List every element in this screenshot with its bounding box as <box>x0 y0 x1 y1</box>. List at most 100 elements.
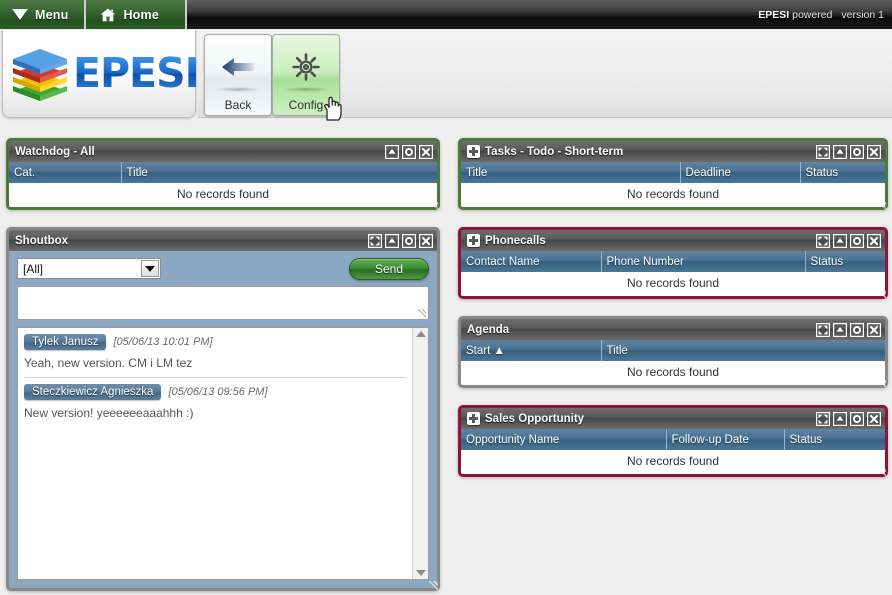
panel-tasks-controls <box>816 144 881 159</box>
column-header[interactable]: Title <box>461 162 681 183</box>
column-header[interactable]: Deadline <box>680 162 801 183</box>
add-task-plus-icon[interactable] <box>467 145 480 158</box>
column-header[interactable]: Title <box>601 340 885 361</box>
tab-menu[interactable]: Menu <box>0 0 87 29</box>
column-header[interactable]: Status <box>784 429 885 450</box>
close-icon[interactable] <box>867 233 881 248</box>
maximize-icon[interactable] <box>816 322 830 337</box>
panel-agenda-controls <box>816 322 881 337</box>
maximize-icon[interactable] <box>816 144 830 159</box>
message-header: Steczkiewicz Agnieszka [05/06/13 09:56 P… <box>24 384 406 400</box>
shoutbox-message-input[interactable] <box>17 286 429 320</box>
column-header[interactable]: Status <box>805 251 885 272</box>
column-header[interactable]: Title <box>121 162 437 183</box>
list-item: Steczkiewicz Agnieszka [05/06/13 09:56 P… <box>24 378 406 427</box>
add-opportunity-plus-icon[interactable] <box>467 412 480 425</box>
message-text: New version! yeeeeeeaaahhh :) <box>24 406 194 420</box>
column-header[interactable]: Start ▲ <box>461 340 602 361</box>
panel-shoutbox-titlebar[interactable]: Shoutbox <box>9 230 437 251</box>
message-author[interactable]: Steczkiewicz Agnieszka <box>24 384 162 400</box>
close-icon[interactable] <box>867 144 881 159</box>
column-header[interactable]: Follow-up Date <box>666 429 785 450</box>
column-header[interactable]: Status <box>800 162 885 183</box>
maximize-icon[interactable] <box>368 233 382 248</box>
panel-phonecalls-title: Phonecalls <box>485 234 546 247</box>
triangle-down-icon <box>12 9 28 20</box>
tab-home-label: Home <box>123 7 159 22</box>
watchdog-empty-message: No records found <box>9 183 437 207</box>
config-button[interactable]: Config <box>272 34 340 116</box>
agenda-empty-message: No records found <box>461 361 885 385</box>
add-phonecall-plus-icon[interactable] <box>467 234 480 247</box>
tab-home[interactable]: Home <box>86 0 187 29</box>
settings-icon[interactable] <box>850 411 864 426</box>
maximize-icon[interactable] <box>816 233 830 248</box>
phonecalls-table: Contact Name Phone Number Status <box>461 251 885 272</box>
settings-icon[interactable] <box>402 144 416 159</box>
panel-agenda-titlebar[interactable]: Agenda <box>461 319 885 340</box>
close-icon[interactable] <box>867 322 881 337</box>
panel-agenda-title: Agenda <box>467 323 510 336</box>
column-header[interactable]: Opportunity Name <box>461 429 667 450</box>
panel-shoutbox-controls <box>368 233 433 248</box>
brand-powered: powered <box>792 8 833 21</box>
epesi-stack-logo-icon <box>9 43 71 105</box>
panel-watchdog-titlebar[interactable]: Watchdog - All <box>9 141 437 162</box>
toolbar: Back Config <box>198 30 892 118</box>
phonecalls-empty-message: No records found <box>461 272 885 296</box>
agenda-table: Start ▲ Title <box>461 340 885 361</box>
maximize-icon[interactable] <box>816 411 830 426</box>
brand-version-area: EPESI powered version 1 <box>758 0 884 29</box>
close-icon[interactable] <box>419 233 433 248</box>
collapse-icon[interactable] <box>385 144 399 159</box>
panel-watchdog-title: Watchdog - All <box>15 145 95 158</box>
message-author[interactable]: Tylek Janusz <box>24 334 107 350</box>
panel-phonecalls-controls <box>816 233 881 248</box>
shoutbox-body: [All] Send Tylek Janusz [05/06/13 10:01 … <box>9 251 437 588</box>
send-button[interactable]: Send <box>349 257 429 280</box>
table-header-row: Cat. Title <box>9 162 437 183</box>
collapse-icon[interactable] <box>833 233 847 248</box>
column-header[interactable]: Contact Name <box>461 251 602 272</box>
panel-sales-opportunity-titlebar[interactable]: Sales Opportunity <box>461 408 885 429</box>
panel-tasks-title: Tasks - Todo - Short-term <box>485 145 624 158</box>
scroll-down-icon[interactable] <box>415 570 426 576</box>
brand-name: EPESI <box>758 8 790 21</box>
logo-wordmark: EPESI <box>73 49 200 97</box>
send-button-label: Send <box>374 261 404 276</box>
back-button[interactable]: Back <box>204 34 272 116</box>
collapse-icon[interactable] <box>833 144 847 159</box>
chevron-down-icon[interactable] <box>141 260 159 277</box>
column-header[interactable]: Phone Number <box>601 251 806 272</box>
collapse-icon[interactable] <box>833 322 847 337</box>
close-icon[interactable] <box>867 411 881 426</box>
panel-tasks-titlebar[interactable]: Tasks - Todo - Short-term <box>461 141 885 162</box>
shoutbox-recipient-select[interactable]: [All] <box>17 258 161 279</box>
sales-opportunity-table: Opportunity Name Follow-up Date Status <box>461 429 885 450</box>
shoutbox-scrollbar[interactable] <box>412 328 428 579</box>
panel-watchdog: Watchdog - All Cat. Title No records fou… <box>6 138 440 210</box>
settings-icon[interactable] <box>850 233 864 248</box>
list-item: Tylek Janusz [05/06/13 10:01 PM] Yeah, n… <box>24 328 406 378</box>
back-arrow-icon <box>221 48 255 86</box>
panel-phonecalls: Phonecalls Contact Name Phone Number Sta… <box>458 227 888 299</box>
tasks-empty-message: No records found <box>461 183 885 207</box>
panel-agenda: Agenda Start ▲ Title No records found <box>458 316 888 388</box>
collapse-icon[interactable] <box>833 411 847 426</box>
logo-panel[interactable]: EPESI <box>2 30 200 118</box>
panel-shoutbox: Shoutbox [All] Send Tylek Janusz [05/06/… <box>6 227 440 591</box>
message-text: Yeah, new version. CM i LM tez <box>24 356 193 370</box>
version-label: version 1 <box>841 8 884 21</box>
message-timestamp: [05/06/13 09:56 PM] <box>168 386 268 398</box>
panel-watchdog-controls <box>385 144 433 159</box>
settings-icon[interactable] <box>402 233 416 248</box>
table-header-row: Opportunity Name Follow-up Date Status <box>461 429 885 450</box>
column-header[interactable]: Cat. <box>9 162 122 183</box>
message-timestamp: [05/06/13 10:01 PM] <box>113 336 213 348</box>
panel-phonecalls-titlebar[interactable]: Phonecalls <box>461 230 885 251</box>
settings-icon[interactable] <box>850 144 864 159</box>
close-icon[interactable] <box>419 144 433 159</box>
settings-icon[interactable] <box>850 322 864 337</box>
scroll-up-icon[interactable] <box>415 331 426 337</box>
collapse-icon[interactable] <box>385 233 399 248</box>
